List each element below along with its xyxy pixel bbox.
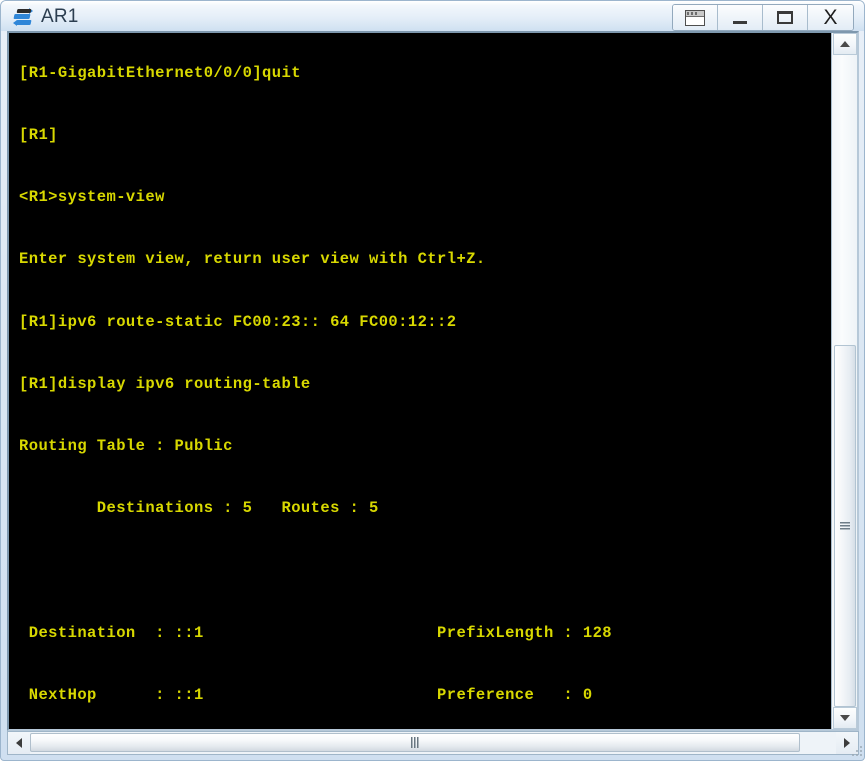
grip-icon xyxy=(840,521,850,531)
terminal-line: [R1]ipv6 route-static FC00:23:: 64 FC00:… xyxy=(19,312,457,331)
terminal-line: Enter system view, return user view with… xyxy=(19,250,486,269)
terminal-line: [R1-GigabitEthernet0/0/0]quit xyxy=(19,63,301,82)
title-bar[interactable]: AR1 X xyxy=(1,1,864,31)
terminal-output: [R1-GigabitEthernet0/0/0]quit [R1] <R1>s… xyxy=(19,33,641,729)
window-title: AR1 xyxy=(41,6,79,27)
close-button[interactable]: X xyxy=(808,5,853,30)
terminal-line: [R1]display ipv6 routing-table xyxy=(19,374,311,393)
triangle-down-icon xyxy=(840,715,850,721)
router-icon xyxy=(13,7,35,27)
horizontal-scrollbar-track[interactable] xyxy=(30,732,836,754)
vertical-scrollbar-thumb[interactable] xyxy=(834,345,856,707)
maximize-icon xyxy=(777,11,793,24)
minimize-icon xyxy=(733,20,747,24)
horizontal-scrollbar[interactable] xyxy=(7,731,859,755)
terminal-line: <R1>system-view xyxy=(19,188,165,206)
maximize-button[interactable] xyxy=(763,5,808,30)
triangle-left-icon xyxy=(16,738,22,748)
resize-grip[interactable] xyxy=(850,746,862,758)
horizontal-scrollbar-thumb[interactable] xyxy=(30,733,800,752)
terminal-line: [R1] xyxy=(19,125,58,144)
grip-icon xyxy=(410,737,420,748)
minimize-button[interactable] xyxy=(718,5,763,30)
title-bar-left: AR1 xyxy=(13,4,79,30)
terminal-line: Routing Table : Public xyxy=(19,437,233,455)
terminal-window: AR1 X [R1-GigabitEthernet0/0/0]quit [R1]… xyxy=(0,0,865,761)
scroll-down-button[interactable] xyxy=(833,707,857,729)
terminal-line: Destinations : 5 Routes : 5 xyxy=(19,499,379,518)
terminal-frame: [R1-GigabitEthernet0/0/0]quit [R1] <R1>s… xyxy=(7,31,859,731)
scroll-left-button[interactable] xyxy=(8,732,30,754)
scroll-up-button[interactable] xyxy=(833,33,857,55)
terminal-line: NextHop : ::1 Preference : 0 xyxy=(19,686,593,704)
window-restore-icon xyxy=(685,9,705,26)
terminal-line: Destination : ::1 PrefixLength : 128 xyxy=(19,623,613,642)
restore-window-button[interactable] xyxy=(673,5,718,30)
vertical-scrollbar[interactable] xyxy=(831,33,857,729)
close-icon: X xyxy=(823,6,838,29)
triangle-up-icon xyxy=(840,41,850,47)
window-controls: X xyxy=(672,4,854,31)
terminal-screen[interactable]: [R1-GigabitEthernet0/0/0]quit [R1] <R1>s… xyxy=(9,33,831,729)
